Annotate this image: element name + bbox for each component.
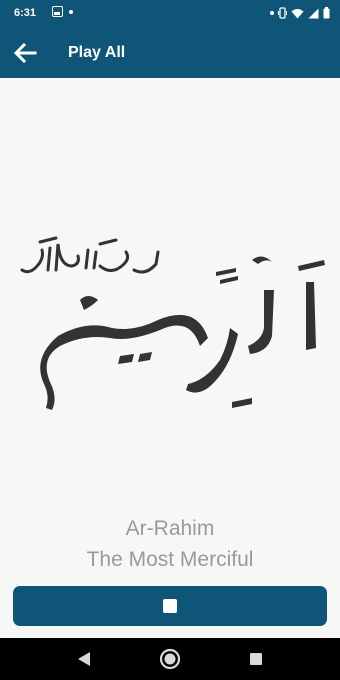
status-time: 6:31 (14, 7, 37, 19)
name-text-block: Ar-Rahim The Most Merciful (0, 513, 340, 575)
stop-button[interactable] (13, 586, 327, 626)
back-button[interactable] (10, 38, 40, 68)
dot-icon (270, 11, 274, 15)
navigation-bar (0, 638, 340, 680)
stop-icon (163, 599, 177, 613)
battery-icon (323, 7, 330, 19)
status-bar: 6:31 (0, 0, 340, 28)
honorific-calligraphy (20, 236, 160, 274)
ar-rahim-calligraphy (40, 256, 325, 410)
app-bar: Play All (0, 28, 340, 78)
status-system-icons (270, 7, 330, 19)
home-circle-icon (159, 648, 181, 670)
wifi-icon (291, 8, 304, 18)
gallery-icon (52, 6, 63, 17)
arrow-back-icon (13, 43, 37, 63)
recents-square-icon (250, 653, 262, 665)
dot-icon (69, 9, 73, 14)
calligraphy-image (20, 236, 325, 410)
play-all-button[interactable]: Play All (68, 44, 125, 62)
back-triangle-icon (78, 652, 90, 666)
vibrate-icon (278, 7, 287, 19)
signal-icon (308, 8, 319, 18)
nav-back-button[interactable] (72, 648, 96, 670)
nav-recents-button[interactable] (244, 648, 268, 670)
name-transliteration: Ar-Rahim (125, 517, 215, 540)
status-notification-icons (52, 6, 73, 17)
name-meaning: The Most Merciful (86, 548, 254, 571)
nav-home-button[interactable] (158, 648, 182, 670)
